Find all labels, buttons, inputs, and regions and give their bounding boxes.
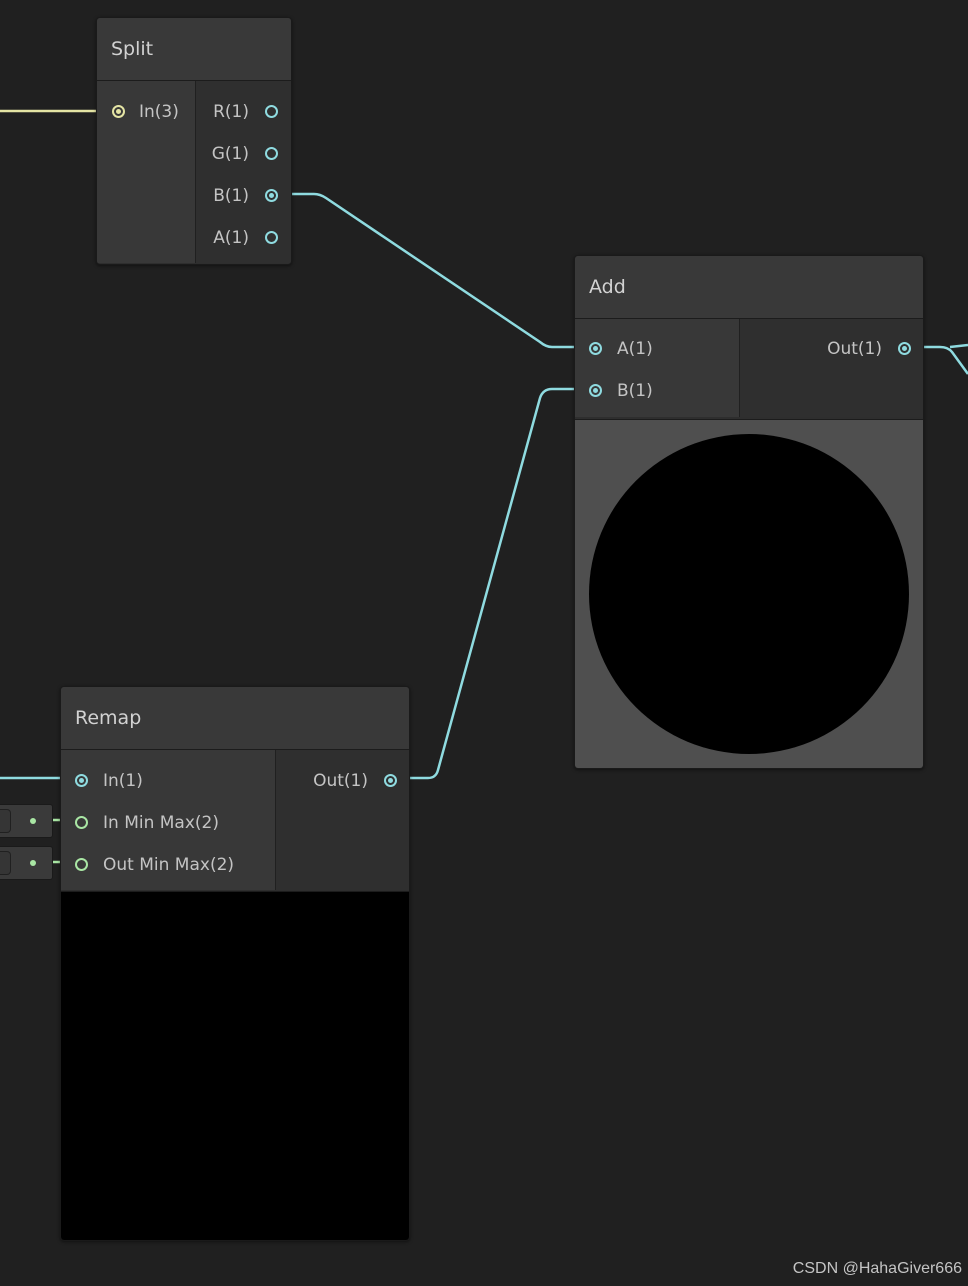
add-output-out[interactable]: Out(1) xyxy=(740,328,923,370)
port-connector-icon[interactable] xyxy=(384,774,397,787)
remap-output-out[interactable]: Out(1) xyxy=(276,760,409,802)
port-label: B(1) xyxy=(213,186,249,206)
port-connector-icon[interactable] xyxy=(75,816,88,829)
port-label: Out Min Max(2) xyxy=(103,855,235,875)
add-input-a[interactable]: A(1) xyxy=(575,328,739,370)
stub-field xyxy=(0,809,11,833)
stub-port-icon xyxy=(30,860,36,866)
add-input-b[interactable]: B(1) xyxy=(575,370,739,412)
wire-add-out-2[interactable] xyxy=(949,343,968,349)
port-label: In Min Max(2) xyxy=(103,813,219,833)
add-preview xyxy=(575,419,923,768)
wire-remap-out-to-add-b[interactable] xyxy=(398,387,586,780)
port-connector-icon[interactable] xyxy=(112,105,125,118)
remap-node[interactable]: Remap In(1) In Min Max(2) Out Min Max(2)… xyxy=(60,686,410,1241)
port-connector-icon[interactable] xyxy=(265,189,278,202)
port-connector-icon[interactable] xyxy=(898,342,911,355)
port-label: B(1) xyxy=(617,381,653,401)
split-output-a[interactable]: A(1) xyxy=(196,217,291,259)
split-output-g[interactable]: G(1) xyxy=(196,133,291,175)
port-label: In(3) xyxy=(139,102,179,122)
port-connector-icon[interactable] xyxy=(75,774,88,787)
port-connector-icon[interactable] xyxy=(265,147,278,160)
port-label: G(1) xyxy=(211,144,249,164)
split-output-r[interactable]: R(1) xyxy=(196,91,291,133)
port-connector-icon[interactable] xyxy=(589,342,602,355)
port-label: Out(1) xyxy=(313,771,368,791)
remap-input-in[interactable]: In(1) xyxy=(61,760,275,802)
port-connector-icon[interactable] xyxy=(265,231,278,244)
add-node[interactable]: Add A(1) B(1) Out(1) xyxy=(574,255,924,769)
out-min-max-value-stub[interactable] xyxy=(0,846,53,880)
split-node-title: Split xyxy=(97,18,291,81)
in-min-max-value-stub[interactable] xyxy=(0,804,53,838)
watermark: CSDN @HahaGiver666 xyxy=(792,1260,962,1277)
preview-circle xyxy=(589,434,909,754)
port-connector-icon[interactable] xyxy=(75,858,88,871)
port-label: A(1) xyxy=(617,339,653,359)
stub-field xyxy=(0,851,11,875)
stub-port-icon xyxy=(30,818,36,824)
port-label: A(1) xyxy=(213,228,249,248)
remap-input-out-min-max[interactable]: Out Min Max(2) xyxy=(61,844,275,886)
remap-input-in-min-max[interactable]: In Min Max(2) xyxy=(61,802,275,844)
port-label: R(1) xyxy=(213,102,249,122)
remap-node-title: Remap xyxy=(61,687,409,750)
port-connector-icon[interactable] xyxy=(589,384,602,397)
port-connector-icon[interactable] xyxy=(265,105,278,118)
wire-split-b-to-add-a[interactable] xyxy=(282,192,586,349)
split-output-b[interactable]: B(1) xyxy=(196,175,291,217)
add-node-title: Add xyxy=(575,256,923,319)
port-label: Out(1) xyxy=(827,339,882,359)
remap-preview xyxy=(61,891,409,1240)
split-node[interactable]: Split In(3) R(1) G(1) B(1) A(1) xyxy=(96,17,292,265)
split-input-in[interactable]: In(3) xyxy=(97,91,195,133)
port-label: In(1) xyxy=(103,771,143,791)
